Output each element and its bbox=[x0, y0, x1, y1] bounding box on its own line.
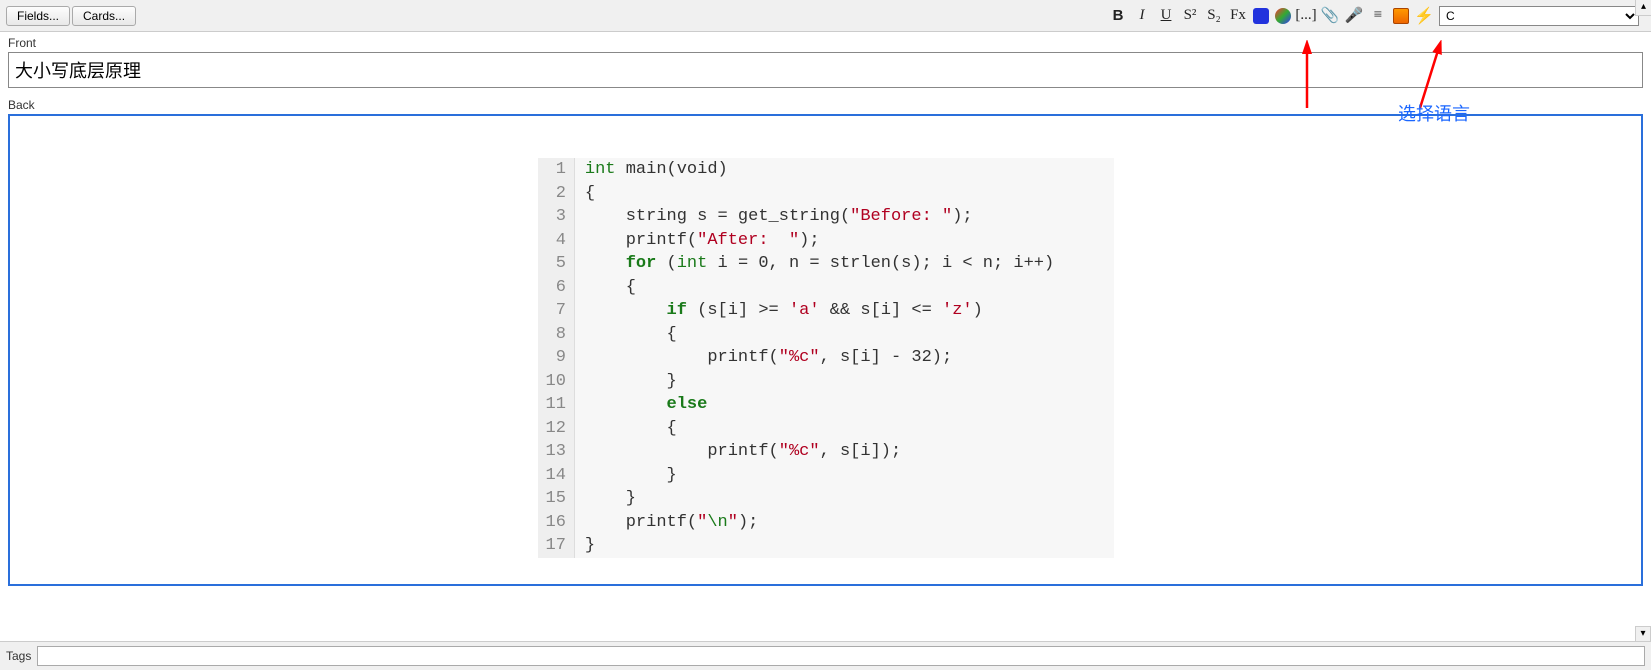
underline-button[interactable]: U bbox=[1157, 7, 1175, 25]
italic-button[interactable]: I bbox=[1133, 7, 1151, 25]
language-select[interactable]: C bbox=[1439, 6, 1639, 26]
code-content: int main(void){ string s = get_string("B… bbox=[575, 158, 1064, 558]
front-label: Front bbox=[0, 32, 1651, 52]
text-color-button[interactable] bbox=[1253, 8, 1269, 24]
front-field[interactable]: 大小写底层原理 bbox=[8, 52, 1643, 88]
bold-button[interactable]: B bbox=[1109, 7, 1127, 25]
annotation-select-language: 选择语言 bbox=[1398, 100, 1470, 126]
line-gutter: 1234567891011121314151617 bbox=[538, 158, 575, 558]
code-block: 1234567891011121314151617 int main(void)… bbox=[538, 158, 1114, 558]
subscript-button[interactable]: S₂ bbox=[1205, 7, 1223, 25]
tags-row: Tags bbox=[0, 641, 1651, 670]
addon-card-icon[interactable] bbox=[1393, 8, 1409, 24]
clear-format-button[interactable]: Fx bbox=[1229, 7, 1247, 25]
scroll-up-button[interactable]: ▴ bbox=[1635, 0, 1651, 16]
attach-button[interactable]: 📎 bbox=[1321, 7, 1339, 25]
scroll-down-button[interactable]: ▾ bbox=[1635, 626, 1651, 642]
format-toolbar: B I U S² S₂ Fx [...] 📎 🎤 ≡ ⚡ C bbox=[1109, 6, 1645, 26]
cards-button[interactable]: Cards... bbox=[72, 6, 136, 26]
tags-label: Tags bbox=[6, 649, 31, 663]
main-toolbar: Fields... Cards... B I U S² S₂ Fx [...] … bbox=[0, 0, 1651, 32]
back-field[interactable]: 1234567891011121314151617 int main(void)… bbox=[8, 114, 1643, 586]
tags-input[interactable] bbox=[37, 646, 1645, 666]
record-button[interactable]: 🎤 bbox=[1345, 7, 1363, 25]
superscript-button[interactable]: S² bbox=[1181, 7, 1199, 25]
more-button[interactable]: ≡ bbox=[1369, 7, 1387, 25]
fields-button[interactable]: Fields... bbox=[6, 6, 70, 26]
cloze-button[interactable]: [...] bbox=[1297, 7, 1315, 25]
syntax-highlight-icon[interactable]: ⚡ bbox=[1415, 7, 1433, 25]
highlight-color-button[interactable] bbox=[1275, 8, 1291, 24]
